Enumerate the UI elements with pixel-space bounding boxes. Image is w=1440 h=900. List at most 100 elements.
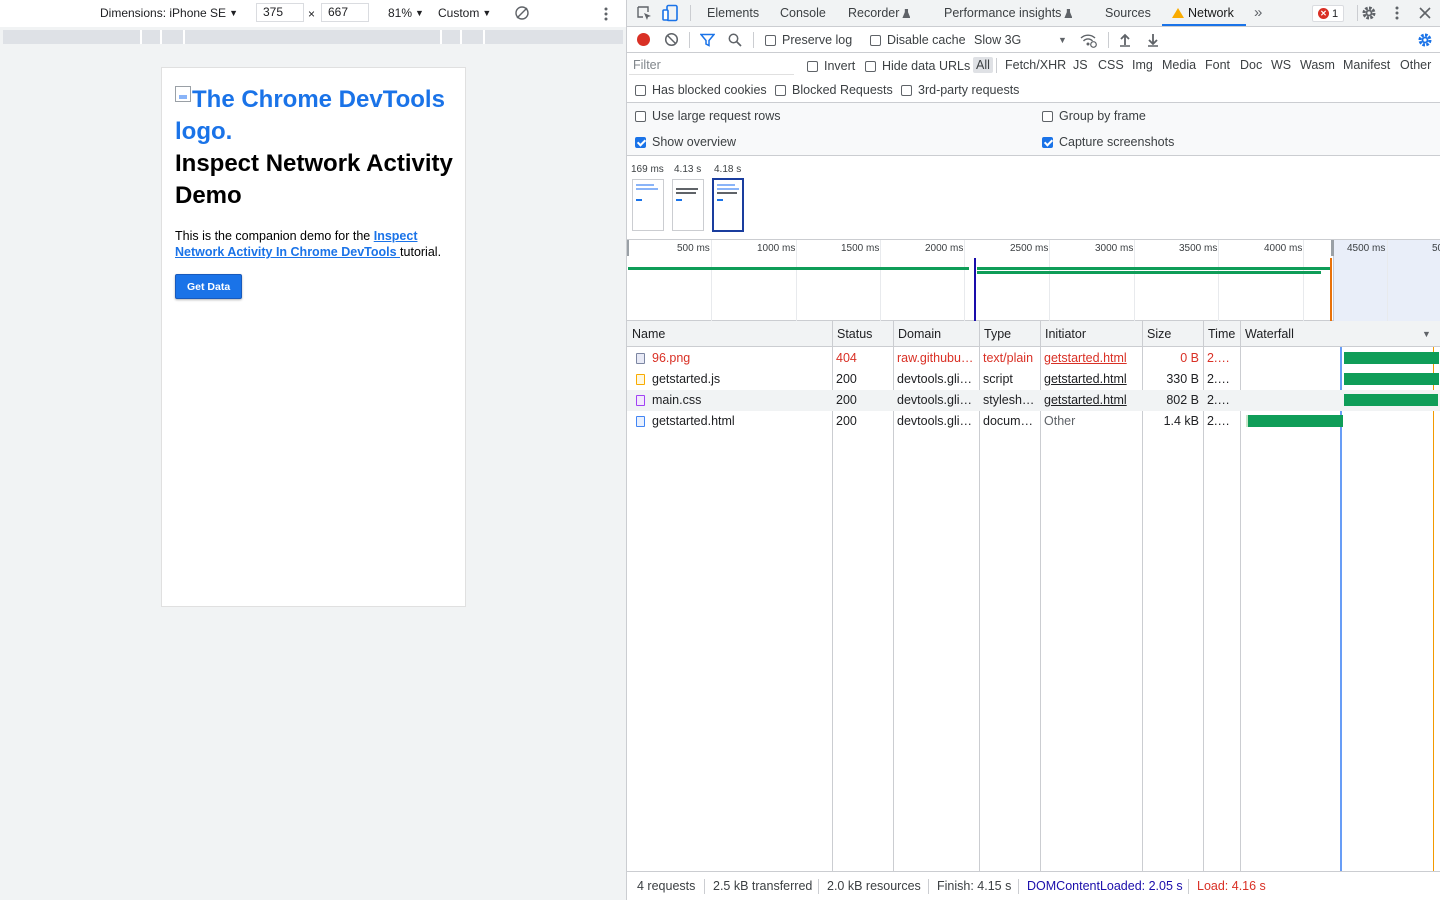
filter-input[interactable]: Filter xyxy=(629,56,794,75)
device-dropdown[interactable]: Dimensions: iPhone SE ▼ xyxy=(100,6,238,20)
invert-checkbox[interactable]: Invert xyxy=(807,59,855,73)
group-by-frame-checkbox[interactable]: Group by frame xyxy=(1042,109,1146,123)
show-overview-label: Show overview xyxy=(652,135,737,149)
column-header-size[interactable]: Size xyxy=(1143,321,1171,347)
throttle-dropdown[interactable]: Custom ▼ xyxy=(438,6,491,20)
hide-data-urls-checkbox[interactable]: Hide data URLs xyxy=(865,59,970,73)
table-row[interactable]: main.css 200 devtools.gli… stylesh… gets… xyxy=(627,390,1440,411)
screenshot-thumbnail[interactable] xyxy=(672,179,704,231)
column-header-domain[interactable]: Domain xyxy=(894,321,941,347)
column-header-name[interactable]: Name xyxy=(628,321,665,347)
inspect-element-icon[interactable] xyxy=(636,5,653,22)
filter-type-css[interactable]: CSS xyxy=(1095,57,1127,73)
rotate-icon[interactable] xyxy=(514,5,530,21)
large-request-rows-label: Use large request rows xyxy=(652,109,781,123)
search-icon[interactable] xyxy=(728,33,742,47)
overview-timeline[interactable]: 500 ms 1000 ms 1500 ms 2000 ms 2500 ms 3… xyxy=(627,239,1440,322)
filter-type-media[interactable]: Media xyxy=(1159,57,1199,73)
waterfall-bar[interactable] xyxy=(1344,352,1439,364)
preserve-log-checkbox[interactable]: Preserve log xyxy=(765,33,852,47)
checkbox-box xyxy=(635,110,646,122)
overview-request-bar xyxy=(977,271,1321,274)
throttling-select[interactable]: Slow 3G ▼ xyxy=(974,33,1067,47)
get-data-button[interactable]: Get Data xyxy=(175,274,243,299)
request-initiator: Other xyxy=(1044,414,1076,428)
screenshot-thumbnail-selected[interactable] xyxy=(712,178,744,232)
filter-icon[interactable] xyxy=(700,33,715,47)
range-handle[interactable] xyxy=(627,240,629,256)
clear-icon[interactable] xyxy=(664,32,679,47)
close-devtools-icon[interactable] xyxy=(1419,7,1431,19)
show-overview-checkbox[interactable]: Show overview xyxy=(635,135,736,149)
more-options-icon[interactable] xyxy=(603,6,609,22)
tab-recorder[interactable]: Recorder xyxy=(848,0,911,26)
timeline-tick-label: 1500 ms xyxy=(841,243,880,254)
request-status: 200 xyxy=(836,372,857,386)
request-initiator-link[interactable]: getstarted.html xyxy=(1044,390,1140,411)
export-har-icon[interactable] xyxy=(1146,32,1160,47)
dimension-times: × xyxy=(308,7,316,21)
tab-console[interactable]: Console xyxy=(780,0,826,26)
third-party-checkbox[interactable]: 3rd-party requests xyxy=(901,83,1019,97)
network-conditions-icon[interactable] xyxy=(1079,32,1097,48)
device-width-input[interactable]: 375 xyxy=(256,3,304,22)
customize-devtools-icon[interactable] xyxy=(1394,5,1400,21)
table-row[interactable]: getstarted.js 200 devtools.gli… script g… xyxy=(627,369,1440,390)
network-settings-icon[interactable] xyxy=(1417,32,1433,48)
timeline-tick-label: 1000 ms xyxy=(757,243,796,254)
sort-descending-icon[interactable]: ▼ xyxy=(1422,329,1431,339)
requests-table-header: Name Status Domain Type Initiator Size T… xyxy=(627,321,1440,347)
column-header-waterfall[interactable]: Waterfall xyxy=(1241,321,1294,347)
filter-type-font[interactable]: Font xyxy=(1202,57,1233,73)
tab-sources[interactable]: Sources xyxy=(1105,0,1151,26)
media-query-ruler[interactable] xyxy=(3,30,623,44)
filter-type-wasm[interactable]: Wasm xyxy=(1297,57,1338,73)
filter-type-js[interactable]: JS xyxy=(1070,57,1091,73)
filter-bar-secondary: Has blocked cookies Blocked Requests 3rd… xyxy=(627,78,1440,103)
tab-elements[interactable]: Elements xyxy=(707,0,759,26)
more-tabs-icon[interactable]: » xyxy=(1254,0,1262,26)
zoom-dropdown[interactable]: 81% ▼ xyxy=(388,6,424,20)
range-handle[interactable] xyxy=(1331,240,1334,256)
settings-gear-icon[interactable] xyxy=(1361,5,1377,21)
filter-type-other[interactable]: Other xyxy=(1397,57,1434,73)
error-count-badge[interactable]: ✕ 1 xyxy=(1312,5,1345,22)
device-toolbar: Dimensions: iPhone SE ▼ 375 × 667 81% ▼ … xyxy=(0,0,626,27)
capture-screenshots-checkbox[interactable]: Capture screenshots xyxy=(1042,135,1174,149)
table-row[interactable]: getstarted.html 200 devtools.gli… docum…… xyxy=(627,411,1440,432)
load-event-marker xyxy=(1330,258,1332,322)
filter-type-doc[interactable]: Doc xyxy=(1237,57,1265,73)
request-initiator-link[interactable]: getstarted.html xyxy=(1044,369,1140,390)
filter-type-ws[interactable]: WS xyxy=(1268,57,1294,73)
large-request-rows-checkbox[interactable]: Use large request rows xyxy=(635,109,781,123)
filter-type-all[interactable]: All xyxy=(973,57,993,73)
device-toolbar-toggle-icon[interactable] xyxy=(662,4,679,22)
request-status: 200 xyxy=(836,393,857,407)
invert-label: Invert xyxy=(824,59,856,73)
request-type: text/plain xyxy=(983,351,1034,365)
import-har-icon[interactable] xyxy=(1118,32,1132,47)
column-header-type[interactable]: Type xyxy=(980,321,1011,347)
screenshot-thumbnail[interactable] xyxy=(632,179,664,231)
disable-cache-checkbox[interactable]: Disable cache xyxy=(870,33,966,47)
has-blocked-cookies-checkbox[interactable]: Has blocked cookies xyxy=(635,83,767,97)
checkbox-box xyxy=(901,84,912,96)
waterfall-bar[interactable] xyxy=(1248,415,1343,427)
filter-type-fetch-xhr[interactable]: Fetch/XHR xyxy=(1002,57,1069,73)
column-header-status[interactable]: Status xyxy=(833,321,872,347)
request-initiator-link[interactable]: getstarted.html xyxy=(1044,348,1140,369)
tab-performance-insights[interactable]: Performance insights xyxy=(944,0,1073,26)
record-icon[interactable] xyxy=(636,32,651,47)
device-height-input[interactable]: 667 xyxy=(321,3,369,22)
filter-type-manifest[interactable]: Manifest xyxy=(1340,57,1393,73)
filter-type-img[interactable]: Img xyxy=(1129,57,1156,73)
network-toolbar: Preserve log Disable cache Slow 3G ▼ xyxy=(627,27,1440,53)
request-domain: devtools.gli… xyxy=(897,393,973,407)
waterfall-bar[interactable] xyxy=(1344,394,1438,406)
table-row[interactable]: 96.png 404 raw.githubu… text/plain getst… xyxy=(627,348,1440,369)
column-header-initiator[interactable]: Initiator xyxy=(1041,321,1086,347)
column-header-time[interactable]: Time xyxy=(1204,321,1235,347)
blocked-requests-checkbox[interactable]: Blocked Requests xyxy=(775,83,893,97)
waterfall-bar[interactable] xyxy=(1344,373,1439,385)
tab-network[interactable]: Network xyxy=(1162,0,1246,26)
